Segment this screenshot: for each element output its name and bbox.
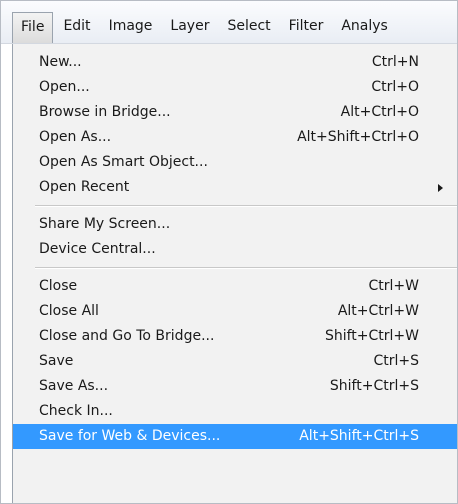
menu-item-label: Open As...: [39, 129, 112, 145]
menu-item-close[interactable]: Close Ctrl+W: [13, 274, 457, 299]
chevron-right-icon: [438, 184, 443, 192]
menu-item-shortcut: Alt+Shift+Ctrl+O: [297, 129, 419, 145]
menu-item-close-all[interactable]: Close All Alt+Ctrl+W: [13, 299, 457, 324]
menu-item-shortcut: Alt+Ctrl+W: [337, 303, 419, 319]
menu-item-label: New...: [39, 54, 82, 70]
menu-item-label: Share My Screen...: [39, 216, 171, 232]
menubar-filter[interactable]: Filter: [281, 12, 332, 43]
menu-group-save: Close Ctrl+W Close All Alt+Ctrl+W Close …: [13, 268, 457, 449]
menubar-edit[interactable]: Edit: [55, 12, 98, 43]
menu-item-save[interactable]: Save Ctrl+S: [13, 349, 457, 374]
menu-item-save-for-web-and-devices[interactable]: Save for Web & Devices... Alt+Shift+Ctrl…: [13, 424, 457, 449]
menu-item-close-and-go-to-bridge[interactable]: Close and Go To Bridge... Shift+Ctrl+W: [13, 324, 457, 349]
menu-item-shortcut: Ctrl+N: [371, 54, 419, 70]
menu-item-shortcut: Ctrl+O: [371, 79, 419, 95]
menu-item-open-as-smart-object[interactable]: Open As Smart Object...: [13, 150, 457, 175]
menu-item-label: Browse in Bridge...: [39, 104, 171, 120]
menu-item-label: Close and Go To Bridge...: [39, 328, 215, 344]
menubar-file[interactable]: File: [12, 12, 54, 43]
menu-group-open: New... Ctrl+N Open... Ctrl+O Browse in B…: [13, 44, 457, 200]
menu-item-label: Open Recent: [39, 179, 130, 195]
menubar-layer[interactable]: Layer: [162, 12, 217, 43]
menu-bar: File Edit Image Layer Select Filter Anal…: [1, 1, 457, 44]
file-menu-dropdown: New... Ctrl+N Open... Ctrl+O Browse in B…: [12, 44, 457, 503]
menubar-image[interactable]: Image: [101, 12, 161, 43]
application-window: File Edit Image Layer Select Filter Anal…: [0, 0, 458, 504]
menu-item-label: Open As Smart Object...: [39, 154, 208, 170]
menubar-select[interactable]: Select: [219, 12, 278, 43]
menu-item-shortcut: Ctrl+S: [373, 353, 419, 369]
menu-item-new[interactable]: New... Ctrl+N: [13, 50, 457, 75]
menu-item-shortcut: Shift+Ctrl+W: [324, 328, 419, 344]
menu-item-shortcut: Alt+Shift+Ctrl+S: [299, 428, 419, 444]
menu-item-save-as[interactable]: Save As... Shift+Ctrl+S: [13, 374, 457, 399]
menu-item-open[interactable]: Open... Ctrl+O: [13, 75, 457, 100]
menubar-analysis[interactable]: Analys: [333, 12, 396, 43]
menu-item-label: Save: [39, 353, 74, 369]
menu-item-device-central[interactable]: Device Central...: [13, 237, 457, 262]
menu-item-label: Close: [39, 278, 78, 294]
menu-item-open-as[interactable]: Open As... Alt+Shift+Ctrl+O: [13, 125, 457, 150]
menu-item-label: Save As...: [39, 378, 109, 394]
menu-item-check-in[interactable]: Check In...: [13, 399, 457, 424]
menu-item-browse-in-bridge[interactable]: Browse in Bridge... Alt+Ctrl+O: [13, 100, 457, 125]
menu-item-shortcut: Alt+Ctrl+O: [340, 104, 419, 120]
menu-item-label: Close All: [39, 303, 99, 319]
menu-item-open-recent[interactable]: Open Recent: [13, 175, 457, 200]
menu-item-label: Device Central...: [39, 241, 156, 257]
menu-item-shortcut: Shift+Ctrl+S: [329, 378, 419, 394]
menu-item-label: Save for Web & Devices...: [39, 428, 221, 444]
menu-item-label: Open...: [39, 79, 90, 95]
menu-item-label: Check In...: [39, 403, 113, 419]
menu-group-share: Share My Screen... Device Central...: [13, 206, 457, 262]
menu-item-share-my-screen[interactable]: Share My Screen...: [13, 212, 457, 237]
menu-item-shortcut: Ctrl+W: [368, 278, 419, 294]
